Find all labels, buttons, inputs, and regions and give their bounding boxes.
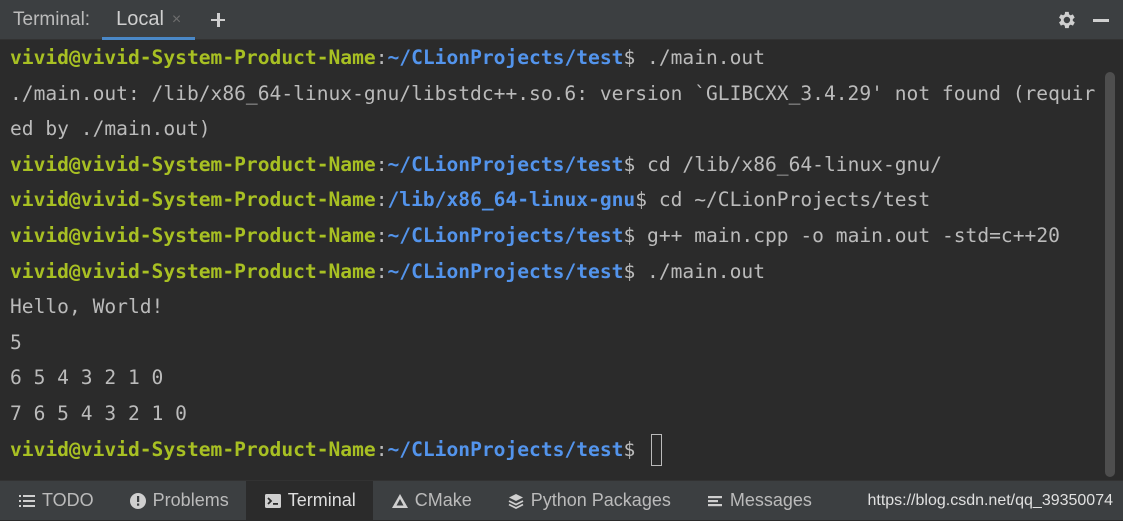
terminal-icon xyxy=(264,493,281,508)
toolwindow-title: Terminal: xyxy=(13,8,91,30)
terminal-toolwindow-header: Terminal: Local × xyxy=(0,0,1123,40)
tab-local-label: Local xyxy=(116,8,164,30)
terminal-output[interactable]: vivid@vivid-System-Product-Name:~/CLionP… xyxy=(0,40,1100,480)
tool-problems-label: Problems xyxy=(152,490,229,510)
tool-terminal-label: Terminal xyxy=(287,490,356,510)
watermark-url: https://blog.csdn.net/qq_39350074 xyxy=(867,492,1113,509)
cmake-triangle-icon xyxy=(391,493,408,508)
tab-local[interactable]: Local × xyxy=(102,0,196,40)
minimize-icon[interactable] xyxy=(1091,9,1111,31)
terminal-line: 5 xyxy=(10,330,22,354)
tool-cmake-label: CMake xyxy=(414,490,472,510)
tool-messages[interactable]: Messages xyxy=(688,481,829,521)
terminal-line: vivid@vivid-System-Product-Name:~/CLionP… xyxy=(10,46,765,69)
terminal-line: vivid@vivid-System-Product-Name:~/CLionP… xyxy=(10,259,765,283)
terminal-line: ed by ./main.out) xyxy=(10,117,211,141)
messages-icon xyxy=(707,495,722,506)
layers-icon xyxy=(508,493,524,509)
tool-cmake[interactable]: CMake xyxy=(373,481,489,521)
tool-messages-label: Messages xyxy=(729,490,812,510)
tab-close-icon[interactable]: × xyxy=(172,11,181,29)
list-icon xyxy=(19,494,35,507)
tool-todo[interactable]: TODO xyxy=(0,481,111,521)
tool-problems[interactable]: Problems xyxy=(111,481,246,521)
terminal-line: Hello, World! xyxy=(10,295,164,319)
terminal-prompt-line[interactable]: vivid@vivid-System-Product-Name:~/CLionP… xyxy=(10,432,1100,468)
terminal-line: vivid@vivid-System-Product-Name:~/CLionP… xyxy=(10,223,1060,247)
terminal-line: vivid@vivid-System-Product-Name:/lib/x86… xyxy=(10,188,931,212)
terminal-line: ./main.out: /lib/x86_64-linux-gnu/libstd… xyxy=(10,81,1096,105)
tool-terminal[interactable]: Terminal xyxy=(245,480,373,521)
tool-python-packages[interactable]: Python Packages xyxy=(489,481,688,521)
text-cursor xyxy=(651,434,663,467)
terminal-line: 6 5 4 3 2 1 0 xyxy=(10,366,164,390)
tool-python-packages-label: Python Packages xyxy=(530,490,671,510)
gear-icon[interactable] xyxy=(1055,9,1077,31)
vertical-scrollbar[interactable] xyxy=(1105,72,1115,477)
alert-icon xyxy=(129,492,146,509)
terminal-line: vivid@vivid-System-Product-Name:~/CLionP… xyxy=(10,152,942,176)
tool-todo-label: TODO xyxy=(42,490,94,510)
terminal-line: 7 6 5 4 3 2 1 0 xyxy=(10,401,187,425)
tool-window-bar: TODO Problems Terminal CMake Python Pack… xyxy=(0,480,1123,521)
new-tab-plus-icon[interactable] xyxy=(205,7,231,33)
